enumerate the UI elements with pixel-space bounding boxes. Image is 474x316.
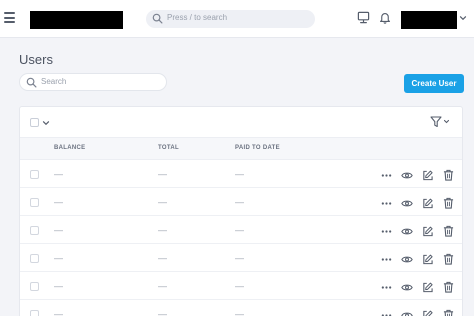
edit-icon[interactable] [422,168,433,186]
row-checkbox[interactable] [30,226,39,235]
balance-cell: — [54,169,63,179]
row-checkbox[interactable] [30,198,39,207]
balance-cell: — [54,281,63,291]
row-checkbox[interactable] [30,254,39,263]
table-row[interactable]: — — — [20,244,462,272]
monitor-icon[interactable] [357,11,370,24]
paid-to-date-cell: — [235,281,244,291]
top-navbar: Press / to search [0,0,474,38]
trash-icon[interactable] [443,224,454,242]
paid-to-date-cell: — [235,253,244,263]
page-title: Users [19,52,53,67]
column-header-balance[interactable]: BALANCE [54,145,85,151]
trash-icon[interactable] [443,196,454,214]
more-icon[interactable] [381,196,392,214]
create-user-button[interactable]: Create User [404,74,464,93]
edit-icon[interactable] [422,280,433,298]
table-header: BALANCE TOTAL PAID TO DATE [20,138,462,160]
users-table-card: BALANCE TOTAL PAID TO DATE — — — — — — — — — — — — —… [19,106,463,316]
balance-cell: — [54,197,63,207]
balance-cell: — [54,253,63,263]
edit-icon[interactable] [422,224,433,242]
global-search-placeholder: Press / to search [167,13,228,22]
more-icon[interactable] [381,224,392,242]
eye-icon[interactable] [401,252,413,270]
paid-to-date-cell: — [235,197,244,207]
more-icon[interactable] [381,168,392,186]
table-row[interactable]: — — — [20,188,462,216]
paid-to-date-cell: — [235,309,244,316]
column-header-total[interactable]: TOTAL [158,145,179,151]
table-row[interactable]: — — — [20,300,462,316]
paid-to-date-cell: — [235,169,244,179]
eye-icon[interactable] [401,280,413,298]
balance-cell: — [54,309,63,316]
more-icon[interactable] [381,252,392,270]
users-search-placeholder: Search [41,77,67,86]
filter-icon[interactable] [430,116,452,128]
search-icon [152,13,163,24]
row-checkbox[interactable] [30,170,39,179]
total-cell: — [158,169,167,179]
edit-icon[interactable] [422,252,433,270]
total-cell: — [158,281,167,291]
more-icon[interactable] [381,280,392,298]
total-cell: — [158,309,167,316]
edit-icon[interactable] [422,196,433,214]
users-search-input[interactable]: Search [19,73,167,91]
total-cell: — [158,225,167,235]
eye-icon[interactable] [401,308,413,316]
trash-icon[interactable] [443,168,454,186]
trash-icon[interactable] [443,252,454,270]
select-all-checkbox[interactable] [30,118,39,127]
balance-cell: — [54,225,63,235]
row-checkbox[interactable] [30,310,39,316]
bell-icon[interactable] [379,11,391,24]
trash-icon[interactable] [443,280,454,298]
table-row[interactable]: — — — [20,272,462,300]
search-icon [26,77,37,88]
trash-icon[interactable] [443,308,454,316]
total-cell: — [158,197,167,207]
eye-icon[interactable] [401,224,413,242]
table-row[interactable]: — — — [20,160,462,188]
hamburger-menu-icon[interactable] [4,12,15,24]
global-search-input[interactable]: Press / to search [146,10,315,28]
paid-to-date-cell: — [235,225,244,235]
edit-icon[interactable] [422,308,433,316]
bulk-actions-chevron-icon[interactable] [42,119,50,127]
eye-icon[interactable] [401,168,413,186]
row-checkbox[interactable] [30,282,39,291]
more-icon[interactable] [381,308,392,316]
eye-icon[interactable] [401,196,413,214]
user-menu-redacted[interactable] [401,11,457,29]
logo-redacted [30,11,123,29]
column-header-paid-to-date[interactable]: PAID TO DATE [235,145,280,151]
chevron-down-icon[interactable] [459,14,467,22]
total-cell: — [158,253,167,263]
table-row[interactable]: — — — [20,216,462,244]
